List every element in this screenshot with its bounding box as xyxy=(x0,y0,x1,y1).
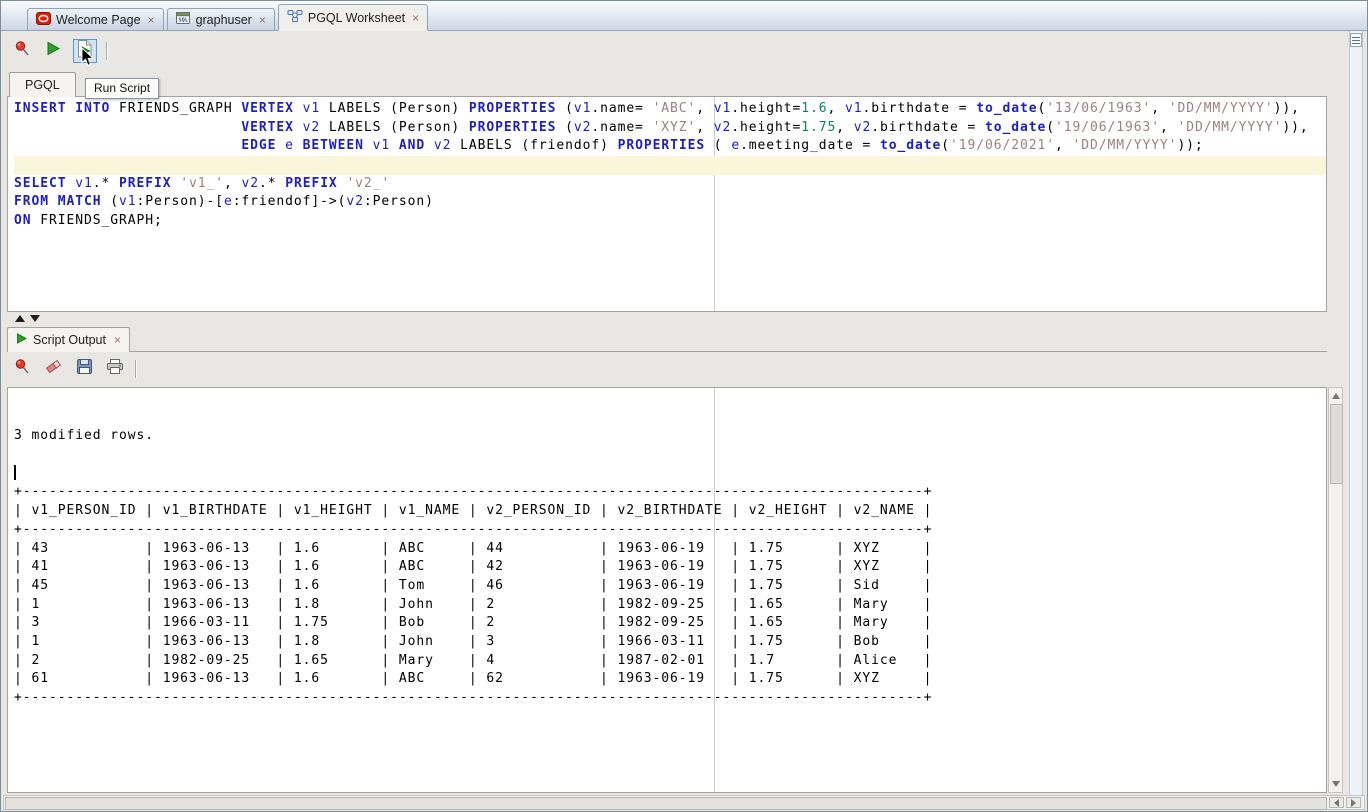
output-line-16: | 61 | 1963-06-13 | 1.6 | ABC | 62 | 196… xyxy=(14,670,1326,689)
print-button[interactable] xyxy=(104,358,126,380)
tab-script-output[interactable]: Script Output × xyxy=(7,327,130,352)
collapse-down-icon[interactable] xyxy=(30,315,40,322)
scroll-right-button[interactable] xyxy=(1346,797,1361,808)
output-line-5 xyxy=(14,465,1326,484)
code-line-1[interactable]: INSERT INTO FRIENDS_GRAPH VERTEX v1 LABE… xyxy=(14,100,1326,119)
output-line-11: | 45 | 1963-06-13 | 1.6 | Tom | 46 | 196… xyxy=(14,577,1326,596)
output-line-3: 3 modified rows. xyxy=(14,427,1326,446)
save-icon xyxy=(77,359,92,379)
code-line-2[interactable]: VERTEX v2 LABELS (Person) PROPERTIES (v2… xyxy=(14,119,1326,138)
scroll-down-icon[interactable] xyxy=(1332,781,1340,787)
output-vertical-scrollbar[interactable] xyxy=(1328,387,1343,793)
scroll-up-icon[interactable] xyxy=(1332,393,1340,399)
oracle-logo-icon xyxy=(36,12,51,28)
document-tab-bar: Welcome Page × SQL graphuser × PGQL Work… xyxy=(1,1,1367,31)
graph-worksheet-icon xyxy=(287,9,303,26)
output-line-12: | 1 | 1963-06-13 | 1.8 | John | 2 | 1982… xyxy=(14,596,1326,615)
eraser-icon xyxy=(45,358,62,380)
pin-button[interactable] xyxy=(11,40,33,62)
scroll-right-icon xyxy=(1351,799,1356,807)
close-icon[interactable]: × xyxy=(412,12,419,24)
output-line-2 xyxy=(14,409,1326,428)
printer-icon xyxy=(107,359,123,379)
tab-label: Welcome Page xyxy=(56,13,141,27)
panel-splitter[interactable] xyxy=(15,315,40,322)
text-caret xyxy=(14,465,16,480)
output-text: 3 modified rows. +----------------------… xyxy=(8,388,1326,708)
toolbar-separator xyxy=(106,42,108,60)
output-line-17: +---------------------------------------… xyxy=(14,689,1326,708)
output-line-4 xyxy=(14,446,1326,465)
scrollbar-thumb[interactable] xyxy=(5,797,1327,810)
script-output-area[interactable]: 3 modified rows. +----------------------… xyxy=(7,387,1327,793)
output-line-1 xyxy=(14,390,1326,409)
run-small-icon xyxy=(16,333,27,347)
close-icon[interactable]: × xyxy=(259,14,266,26)
run-script-tooltip: Run Script xyxy=(85,78,159,99)
output-line-15: | 2 | 1982-09-25 | 1.65 | Mary | 4 | 198… xyxy=(14,652,1326,671)
pin-output-button[interactable] xyxy=(11,358,33,380)
tab-label: graphuser xyxy=(196,13,252,27)
output-line-9: | 43 | 1963-06-13 | 1.6 | ABC | 44 | 196… xyxy=(14,540,1326,559)
close-icon[interactable]: × xyxy=(148,14,155,26)
code-line-7[interactable]: ON FRIENDS_GRAPH; xyxy=(14,212,1326,231)
output-line-14: | 1 | 1963-06-13 | 1.8 | John | 3 | 1966… xyxy=(14,633,1326,652)
editor-list-button[interactable] xyxy=(1350,33,1362,47)
close-icon[interactable]: × xyxy=(114,334,121,346)
output-line-7: | v1_PERSON_ID | v1_BIRTHDATE | v1_HEIGH… xyxy=(14,502,1326,521)
right-gutter xyxy=(1349,31,1363,795)
toolbar-separator xyxy=(135,360,137,378)
code-text[interactable]: INSERT INTO FRIENDS_GRAPH VERTEX v1 LABE… xyxy=(8,97,1326,231)
output-line-10: | 41 | 1963-06-13 | 1.6 | ABC | 42 | 196… xyxy=(14,558,1326,577)
tab-label: Script Output xyxy=(33,333,106,347)
script-output-toolbar xyxy=(11,355,137,383)
code-editor[interactable]: INSERT INTO FRIENDS_GRAPH VERTEX v1 LABE… xyxy=(7,96,1327,312)
pin-icon xyxy=(14,358,30,380)
output-line-13: | 3 | 1966-03-11 | 1.75 | Bob | 2 | 1982… xyxy=(14,614,1326,633)
clear-button[interactable] xyxy=(42,358,64,380)
output-line-8: +---------------------------------------… xyxy=(14,521,1326,540)
tab-pgql[interactable]: PGQL xyxy=(9,72,76,97)
tab-pgql-worksheet[interactable]: PGQL Worksheet × xyxy=(278,4,428,31)
output-tab-row: Script Output × xyxy=(7,327,1327,352)
scroll-left-button[interactable] xyxy=(1329,797,1344,808)
tab-welcome-page[interactable]: Welcome Page × xyxy=(27,8,164,30)
run-button[interactable] xyxy=(42,40,64,62)
scroll-left-icon xyxy=(1334,799,1339,807)
svg-text:SQL: SQL xyxy=(178,18,189,24)
app-window: Welcome Page × SQL graphuser × PGQL Work… xyxy=(0,0,1368,812)
tab-graphuser[interactable]: SQL graphuser × xyxy=(167,8,275,30)
code-line-6[interactable]: FROM MATCH (v1:Person)-[e:friendof]->(v2… xyxy=(14,193,1326,212)
pin-icon xyxy=(14,40,30,62)
save-button[interactable] xyxy=(73,358,95,380)
scrollbar-thumb[interactable] xyxy=(1330,404,1343,484)
code-line-3[interactable]: EDGE e BETWEEN v1 AND v2 LABELS (friendo… xyxy=(14,137,1326,156)
collapse-up-icon[interactable] xyxy=(15,315,25,322)
code-line-5[interactable]: SELECT v1.* PREFIX 'v1_', v2.* PREFIX 'v… xyxy=(14,175,1326,194)
output-line-6: +---------------------------------------… xyxy=(14,483,1326,502)
code-line-4[interactable] xyxy=(14,156,1326,175)
mouse-cursor xyxy=(81,47,94,72)
sql-worksheet-icon: SQL xyxy=(176,11,191,28)
horizontal-scrollbar[interactable] xyxy=(3,795,1365,810)
run-icon xyxy=(46,41,61,61)
tab-label: PGQL Worksheet xyxy=(308,11,405,25)
